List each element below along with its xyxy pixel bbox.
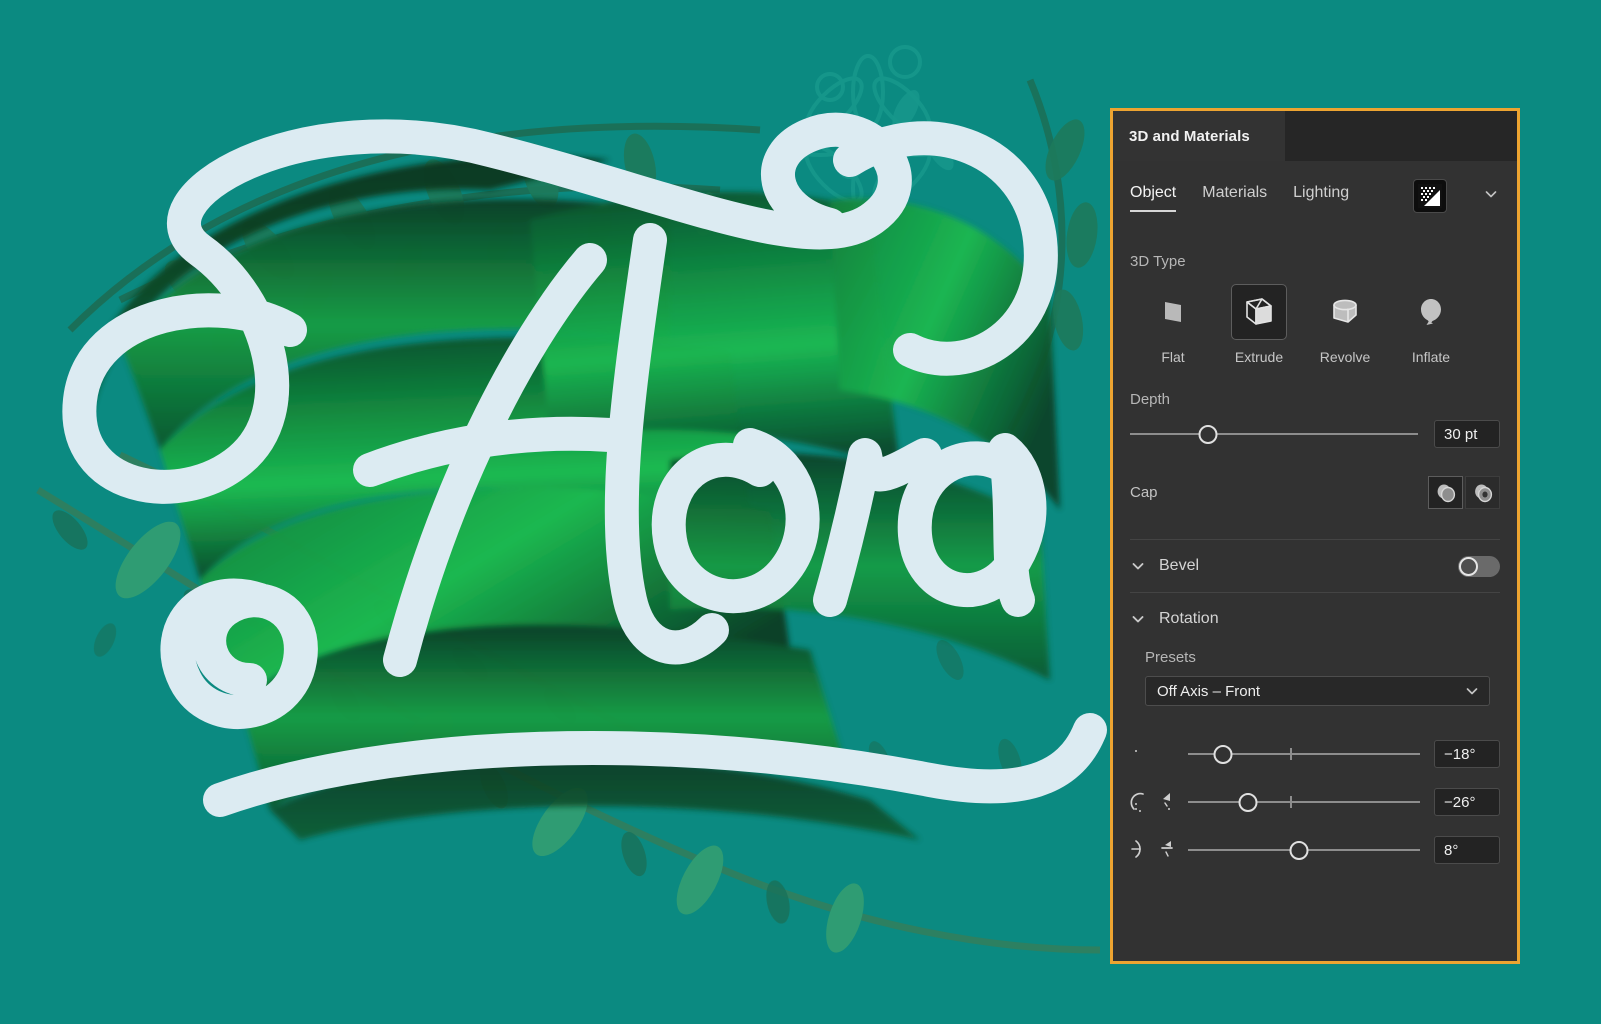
chevron-down-icon[interactable] — [1130, 558, 1146, 574]
rotation-preset-select[interactable]: Off Axis – Front — [1145, 676, 1490, 706]
depth-row: 30 pt — [1113, 420, 1517, 448]
inflate-balloon-icon — [1403, 284, 1459, 340]
bevel-section-header[interactable]: Bevel — [1113, 540, 1517, 592]
type-option-revolve[interactable]: Revolve — [1305, 284, 1385, 365]
tab-object[interactable]: Object — [1130, 184, 1176, 212]
chevron-down-icon[interactable] — [1483, 186, 1499, 207]
rotation-x-slider-wrap — [1188, 743, 1434, 765]
tab-lighting[interactable]: Lighting — [1293, 184, 1349, 212]
rotation-z-slider-wrap — [1188, 839, 1434, 861]
rotation-x-slider[interactable] — [1188, 743, 1420, 765]
rotation-x-icons — [1130, 743, 1188, 765]
3d-type-label: 3D Type — [1113, 253, 1517, 270]
extrude-cube-icon — [1231, 284, 1287, 340]
bevel-label: Bevel — [1159, 557, 1199, 575]
panel-tabstrip: 3D and Materials — [1113, 111, 1517, 161]
depth-slider[interactable] — [1130, 423, 1418, 445]
revolve-cylinder-icon — [1317, 284, 1373, 340]
rotation-y-thumb[interactable] — [1239, 793, 1258, 812]
tab-object-label: Object — [1130, 184, 1176, 201]
flat-plane-icon — [1145, 284, 1201, 340]
3d-and-materials-panel[interactable]: 3D and Materials Object Materials Lighti… — [1110, 108, 1520, 964]
panel-title: 3D and Materials — [1129, 128, 1250, 145]
presets-label: Presets — [1113, 649, 1517, 666]
type-option-revolve-label: Revolve — [1320, 349, 1371, 365]
rotation-z-icons — [1130, 837, 1188, 863]
rotation-x-row: −18° — [1113, 730, 1517, 778]
rotate-x-arc-icon — [1130, 743, 1152, 765]
rotation-y-track — [1188, 801, 1420, 803]
rotation-z-slider[interactable] — [1188, 839, 1420, 861]
rotation-y-value-field[interactable]: −26° — [1434, 788, 1500, 816]
rotation-y-icons — [1130, 789, 1188, 815]
rotation-x-tick — [1290, 748, 1292, 760]
rotation-preset-value: Off Axis – Front — [1157, 683, 1260, 700]
type-option-inflate-label: Inflate — [1412, 349, 1450, 365]
rotation-y-slider[interactable] — [1188, 791, 1420, 813]
depth-slider-thumb[interactable] — [1198, 425, 1217, 444]
bevel-toggle[interactable] — [1458, 556, 1500, 577]
rotation-section-header[interactable]: Rotation — [1113, 593, 1517, 645]
rotate-z-arrow-icon — [1158, 837, 1178, 863]
type-option-extrude-label: Extrude — [1235, 349, 1283, 365]
rotate-y-arc-icon — [1130, 789, 1152, 815]
rotation-z-value-field[interactable]: 8° — [1434, 836, 1500, 864]
rotation-z-thumb[interactable] — [1290, 841, 1309, 860]
tab-lighting-label: Lighting — [1293, 184, 1349, 201]
panel-tabs: Object Materials Lighting — [1113, 161, 1517, 217]
rotation-label: Rotation — [1159, 610, 1219, 628]
chevron-down-icon[interactable] — [1130, 611, 1146, 627]
cap-row: Cap — [1113, 476, 1517, 509]
cap-hollow-icon[interactable] — [1465, 476, 1500, 509]
depth-slider-track — [1130, 433, 1418, 435]
cap-button-group — [1428, 476, 1500, 509]
rotation-z-row: 8° — [1113, 826, 1517, 874]
cap-label: Cap — [1130, 484, 1158, 501]
type-option-extrude[interactable]: Extrude — [1219, 284, 1299, 365]
type-option-flat[interactable]: Flat — [1133, 284, 1213, 365]
tab-materials-label: Materials — [1202, 184, 1267, 201]
rotate-y-arrow-icon — [1158, 789, 1178, 815]
type-option-flat-label: Flat — [1161, 349, 1184, 365]
type-option-inflate[interactable]: Inflate — [1391, 284, 1471, 365]
tabstrip-empty-area — [1285, 111, 1517, 161]
preset-select-wrap: Off Axis – Front — [1113, 666, 1517, 706]
rotation-y-slider-wrap — [1188, 791, 1434, 813]
rotation-y-row: −26° — [1113, 778, 1517, 826]
panel-title-tab[interactable]: 3D and Materials — [1113, 111, 1285, 161]
rotate-z-arc-icon — [1130, 837, 1152, 863]
depth-label: Depth — [1113, 391, 1517, 408]
material-swatch-icon[interactable] — [1413, 179, 1447, 213]
rotation-x-thumb[interactable] — [1213, 745, 1232, 764]
flora-3d-text-artwork[interactable] — [0, 40, 1170, 870]
tab-materials[interactable]: Materials — [1202, 184, 1267, 212]
rotation-y-tick — [1290, 796, 1292, 808]
chevron-down-icon[interactable] — [1464, 683, 1480, 699]
depth-value-field[interactable]: 30 pt — [1434, 420, 1500, 448]
cap-solid-icon[interactable] — [1428, 476, 1463, 509]
panel-body: Object Materials Lighting — [1113, 161, 1517, 961]
3d-type-options: Flat Extrude — [1113, 270, 1517, 365]
bevel-toggle-knob — [1459, 557, 1478, 576]
rotation-x-value-field[interactable]: −18° — [1434, 740, 1500, 768]
